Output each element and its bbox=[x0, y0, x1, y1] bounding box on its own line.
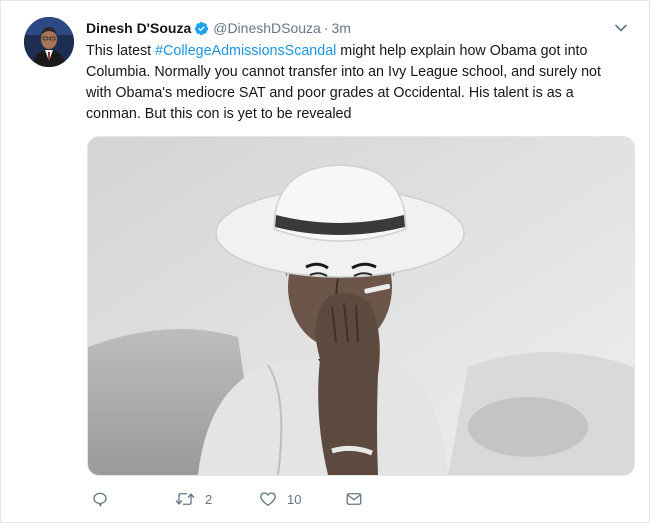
tweet-photo[interactable] bbox=[87, 136, 635, 476]
chevron-down-icon[interactable] bbox=[613, 20, 629, 36]
retweet-count: 2 bbox=[205, 491, 213, 507]
direct-message-button[interactable] bbox=[345, 490, 363, 508]
tweet-header: Dinesh D'Souza @DineshDSouza · 3m bbox=[86, 18, 606, 38]
author-name[interactable]: Dinesh D'Souza bbox=[86, 20, 191, 36]
like-count: 10 bbox=[287, 491, 302, 507]
retweet-icon bbox=[175, 493, 195, 505]
heart-icon bbox=[260, 492, 276, 507]
verified-badge-icon bbox=[195, 21, 209, 35]
like-button[interactable]: 10 bbox=[259, 490, 301, 508]
reply-icon bbox=[93, 492, 107, 507]
avatar-image bbox=[24, 17, 74, 67]
tweet-actions: 2 10 bbox=[87, 487, 467, 511]
retweet-button[interactable]: 2 bbox=[175, 490, 212, 508]
envelope-icon bbox=[346, 493, 362, 505]
tweet-text: This latest #CollegeAdmissionsScandal mi… bbox=[86, 41, 626, 125]
reply-button[interactable] bbox=[91, 490, 119, 508]
author-handle[interactable]: @DineshDSouza bbox=[213, 20, 321, 36]
tweet-card[interactable]: Dinesh D'Souza @DineshDSouza · 3m This l… bbox=[0, 0, 650, 523]
hashtag-link[interactable]: #CollegeAdmissionsScandal bbox=[155, 43, 336, 59]
separator-dot: · bbox=[323, 20, 329, 36]
avatar[interactable] bbox=[24, 17, 74, 67]
photo-image bbox=[88, 137, 634, 475]
tweet-text-start: This latest bbox=[86, 43, 156, 59]
timestamp[interactable]: 3m bbox=[332, 20, 351, 36]
